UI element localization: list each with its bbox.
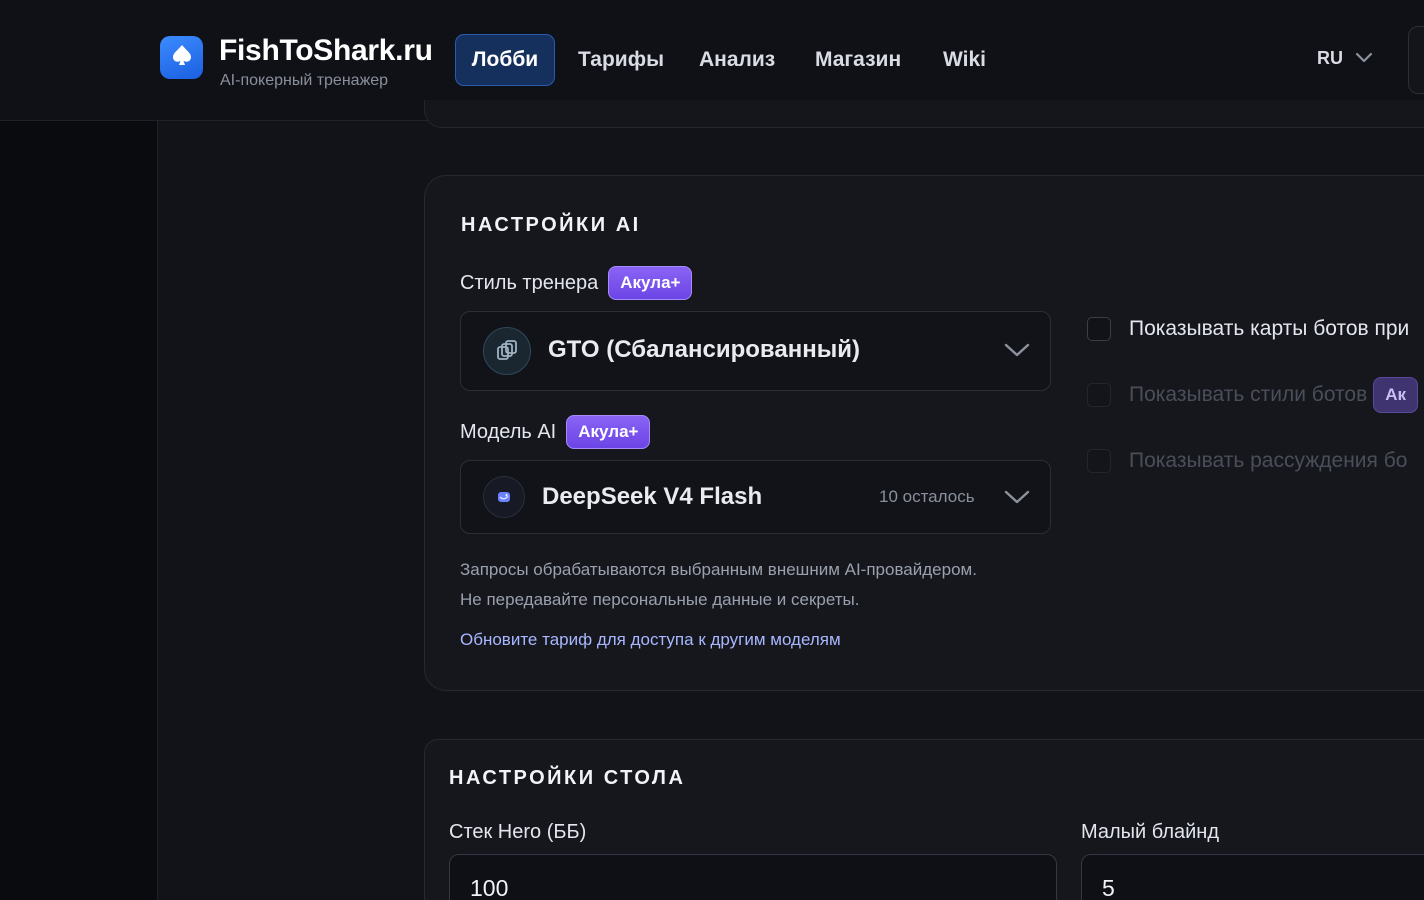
small-blind-value: 5: [1102, 875, 1115, 900]
chevron-down-icon: [1004, 342, 1030, 363]
nav-wiki-label: Wiki: [943, 48, 986, 71]
show-bot-cards-checkbox[interactable]: [1087, 317, 1111, 341]
provider-note-line2: Не передавайте персональные данные и сек…: [460, 590, 860, 609]
coach-style-badge: Акула+: [608, 266, 693, 300]
show-bot-cards-label: Показывать карты ботов при: [1129, 317, 1410, 340]
show-bot-reasoning-label: Показывать рассуждения бо: [1129, 449, 1408, 472]
left-sidebar: [0, 0, 158, 900]
language-label: RU: [1317, 48, 1343, 68]
ai-settings-title: НАСТРОЙКИ AI: [461, 214, 641, 236]
model-remaining: 10 осталось: [879, 487, 975, 506]
brand-name[interactable]: FishToShark.ru: [219, 34, 433, 68]
table-settings-title: НАСТРОЙКИ СТОЛА: [449, 767, 686, 789]
brand-logo[interactable]: [160, 36, 203, 79]
whale-icon: [483, 476, 525, 518]
layers-icon: [483, 327, 531, 375]
nav-lobby[interactable]: Лобби: [455, 34, 555, 86]
show-bot-styles-label: Показывать стили ботов: [1129, 383, 1368, 406]
nav-wiki[interactable]: Wiki: [943, 34, 986, 86]
upgrade-tariff-link[interactable]: Обновите тариф для доступа к другим моде…: [460, 630, 841, 650]
hero-stack-input[interactable]: [449, 854, 1057, 900]
small-blind-label: Малый блайнд: [1081, 821, 1219, 844]
nav-tariffs[interactable]: Тарифы: [578, 34, 664, 86]
show-bot-reasoning-checkbox[interactable]: [1087, 449, 1111, 473]
header-action-button[interactable]: [1408, 26, 1424, 94]
coach-style-label-row: Стиль тренера Акула+: [460, 266, 693, 300]
nav-shop[interactable]: Магазин: [815, 34, 901, 86]
nav-shop-label: Магазин: [815, 48, 902, 71]
option-show-bot-styles[interactable]: Показывать стили ботов Ак: [1087, 377, 1419, 413]
nav-lobby-label: Лобби: [471, 48, 539, 71]
option-show-bot-reasoning[interactable]: Показывать рассуждения бо: [1087, 449, 1407, 473]
coach-style-value: GTO (Сбалансированный): [548, 336, 860, 363]
model-label: Модель AI: [460, 420, 557, 443]
nav-analysis[interactable]: Анализ: [699, 34, 775, 86]
nav-tariffs-label: Тарифы: [578, 48, 665, 71]
chevron-down-icon: [1355, 48, 1373, 69]
model-label-row: Модель AI Акула+: [460, 415, 651, 449]
language-selector[interactable]: RU: [1317, 48, 1373, 69]
previous-card-edge: [424, 100, 1424, 128]
small-blind-label-text: Малый блайнд: [1081, 821, 1220, 843]
hero-stack-label: Стек Hero (ББ): [449, 821, 586, 844]
hero-stack-label-text: Стек Hero (ББ): [449, 821, 587, 843]
nav-analysis-label: Анализ: [699, 48, 776, 71]
chevron-down-icon: [1004, 489, 1030, 510]
model-badge: Акула+: [566, 415, 651, 449]
small-blind-input[interactable]: [1081, 854, 1424, 900]
show-bot-styles-badge: Ак: [1373, 377, 1419, 413]
hero-stack-value: 100: [470, 875, 509, 900]
provider-note-line1: Запросы обрабатываются выбранным внешним…: [460, 560, 977, 579]
option-show-bot-cards[interactable]: Показывать карты ботов при: [1087, 317, 1409, 341]
coach-style-label: Стиль тренера: [460, 271, 599, 294]
brand-subtitle: AI-покерный тренажер: [220, 72, 389, 89]
model-value: DeepSeek V4 Flash: [542, 483, 763, 510]
spade-icon: [169, 42, 195, 73]
show-bot-styles-checkbox[interactable]: [1087, 383, 1111, 407]
